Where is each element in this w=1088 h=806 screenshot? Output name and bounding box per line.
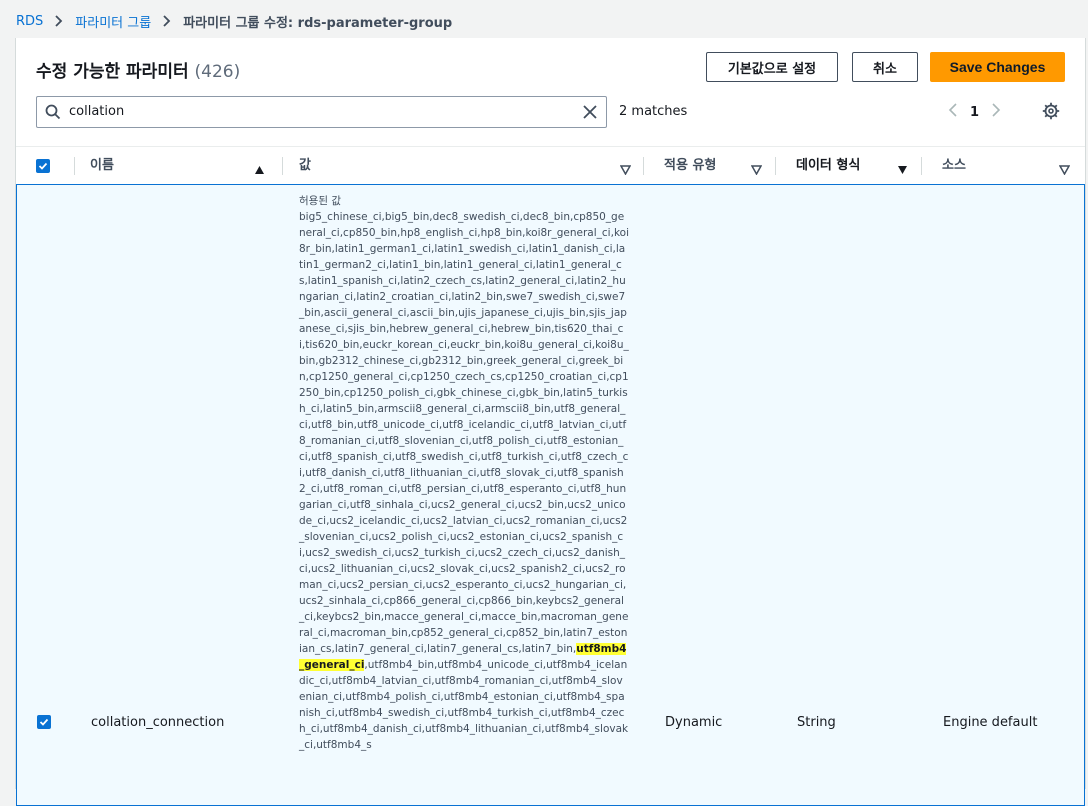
panel-title: 수정 가능한 파라미터 (426) [36,57,240,82]
reset-defaults-button[interactable]: 기본값으로 설정 [706,52,838,82]
column-header-name[interactable]: 이름 [90,147,114,185]
column-header-apply-type[interactable]: 적용 유형 [664,147,716,185]
column-header-data-type[interactable]: 데이터 형식 [796,147,860,185]
sort-descending-icon[interactable] [897,160,908,179]
allowed-values-text: big5_chinese_ci,big5_bin,dec8_swedish_ci… [299,211,629,655]
row-checkbox[interactable] [37,715,51,729]
table-row[interactable]: collation_connection 허용된 값 big5_chinese_c… [16,184,1085,806]
parameters-panel: 수정 가능한 파라미터 (426) 기본값으로 설정 취소 Save Chang… [15,38,1086,806]
column-divider [643,157,644,175]
apply-type-value: Dynamic [665,715,723,730]
breadcrumb-current: 파라미터 그룹 수정: rds-parameter-group [183,15,453,31]
cancel-button[interactable]: 취소 [852,52,918,82]
sort-toggle-icon[interactable] [1058,160,1071,179]
column-divider [921,157,922,175]
breadcrumb-rds[interactable]: RDS [16,14,43,29]
column-divider [775,157,776,175]
current-page[interactable]: 1 [970,105,979,120]
search-value: collation [69,104,125,119]
clear-search-icon[interactable] [582,104,598,124]
sort-toggle-icon[interactable] [750,160,763,179]
pagination: 1 [948,102,1001,122]
search-input[interactable]: collation [36,96,607,128]
allowed-values-text-rest: ,utf8mb4_bin,utf8mb4_unicode_ci,utf8mb4_… [299,659,629,751]
chevron-right-icon[interactable] [991,102,1001,122]
save-changes-button[interactable]: Save Changes [930,52,1065,82]
sort-ascending-icon[interactable] [254,160,265,179]
select-all-checkbox[interactable] [36,159,50,173]
column-header-source[interactable]: 소스 [942,147,966,185]
column-divider [282,157,283,175]
source-value: Engine default [943,715,1038,730]
sort-toggle-icon[interactable] [619,160,632,179]
parameter-name: collation_connection [91,715,225,730]
table-header: 이름 값 적용 유형 데이터 형식 소스 [16,146,1085,186]
chevron-right-icon [55,15,63,27]
column-header-value[interactable]: 값 [299,147,311,185]
column-divider [74,157,75,175]
search-icon [45,104,61,124]
breadcrumb: RDS 파라미터 그룹 파라미터 그룹 수정: rds-parameter-gr… [16,10,452,32]
allowed-values-label: 허용된 값 [299,195,341,207]
gear-icon[interactable] [1042,102,1060,124]
allowed-values: 허용된 값 big5_chinese_ci,big5_bin,dec8_swedi… [299,193,629,753]
match-count: 2 matches [619,104,688,119]
panel-title-text: 수정 가능한 파라미터 [36,62,189,82]
data-type-value: String [797,715,836,730]
chevron-left-icon[interactable] [948,102,958,122]
chevron-right-icon [163,15,171,27]
breadcrumb-parameter-groups[interactable]: 파라미터 그룹 [75,12,151,31]
parameter-count: (426) [194,62,241,82]
